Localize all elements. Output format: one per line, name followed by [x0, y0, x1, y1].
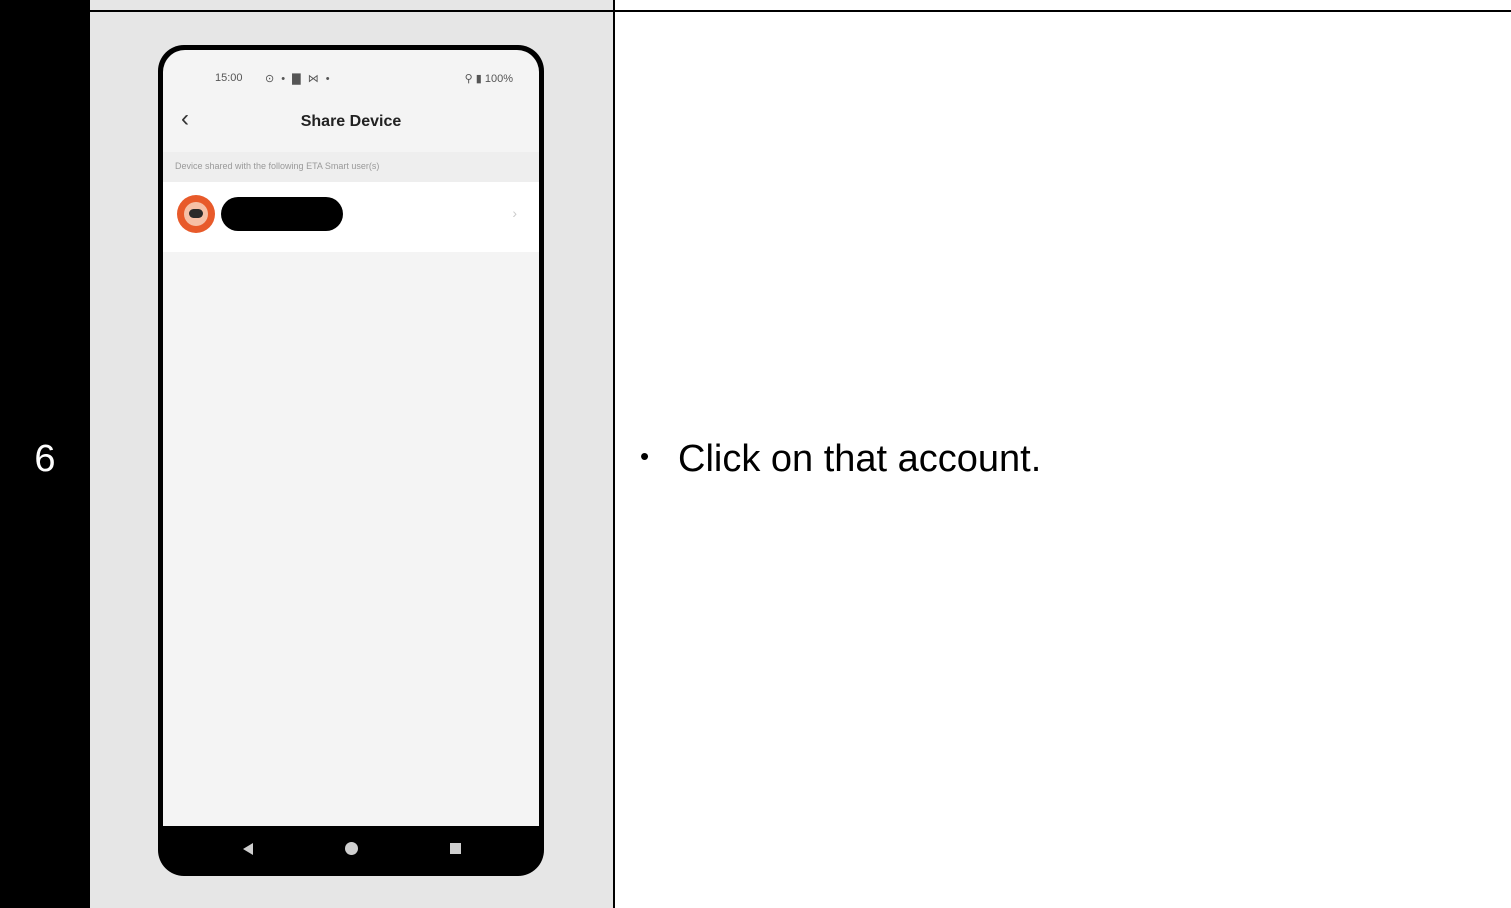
shared-users-description: Device shared with the following ETA Sma… [175, 161, 380, 171]
android-nav-bar [163, 826, 539, 871]
phone-mockup: 15:00 ⊙ • ▇ ⋈ • ⚲ ▮ 100% ‹ Share Device … [158, 45, 544, 876]
chevron-right-icon: › [512, 205, 517, 221]
nav-recent-apps-icon[interactable] [450, 843, 461, 854]
nav-back-icon[interactable] [243, 843, 253, 855]
manual-page: 6 15:00 ⊙ • ▇ ⋈ • ⚲ ▮ 100% ‹ Share Devic… [0, 0, 1511, 908]
top-cell [615, 0, 1511, 10]
step-column: 6 [0, 0, 90, 908]
instruction-text: • Click on that account. [640, 438, 1041, 481]
status-notification-icons: ⊙ • ▇ ⋈ • [265, 73, 332, 85]
step-number: 6 [34, 438, 56, 480]
robot-face-icon [189, 209, 203, 218]
status-bar: 15:00 ⊙ • ▇ ⋈ • ⚲ ▮ 100% [163, 50, 539, 90]
shared-users-header: Device shared with the following ETA Sma… [163, 152, 539, 182]
shared-user-row[interactable]: › [163, 182, 539, 252]
instruction-label: Click on that account. [678, 438, 1042, 480]
table-top-rule [90, 10, 1511, 12]
redacted-account-name [221, 197, 343, 231]
phone-screen: 15:00 ⊙ • ▇ ⋈ • ⚲ ▮ 100% ‹ Share Device … [163, 50, 539, 826]
table-column-divider [613, 0, 615, 908]
nav-home-icon[interactable] [345, 842, 358, 855]
status-battery: ⚲ ▮ 100% [464, 73, 513, 85]
avatar-icon [177, 195, 215, 233]
bullet: • [640, 441, 650, 471]
avatar-inner [184, 202, 208, 226]
status-time: 15:00 [215, 72, 243, 84]
screen-title: Share Device [300, 113, 402, 130]
